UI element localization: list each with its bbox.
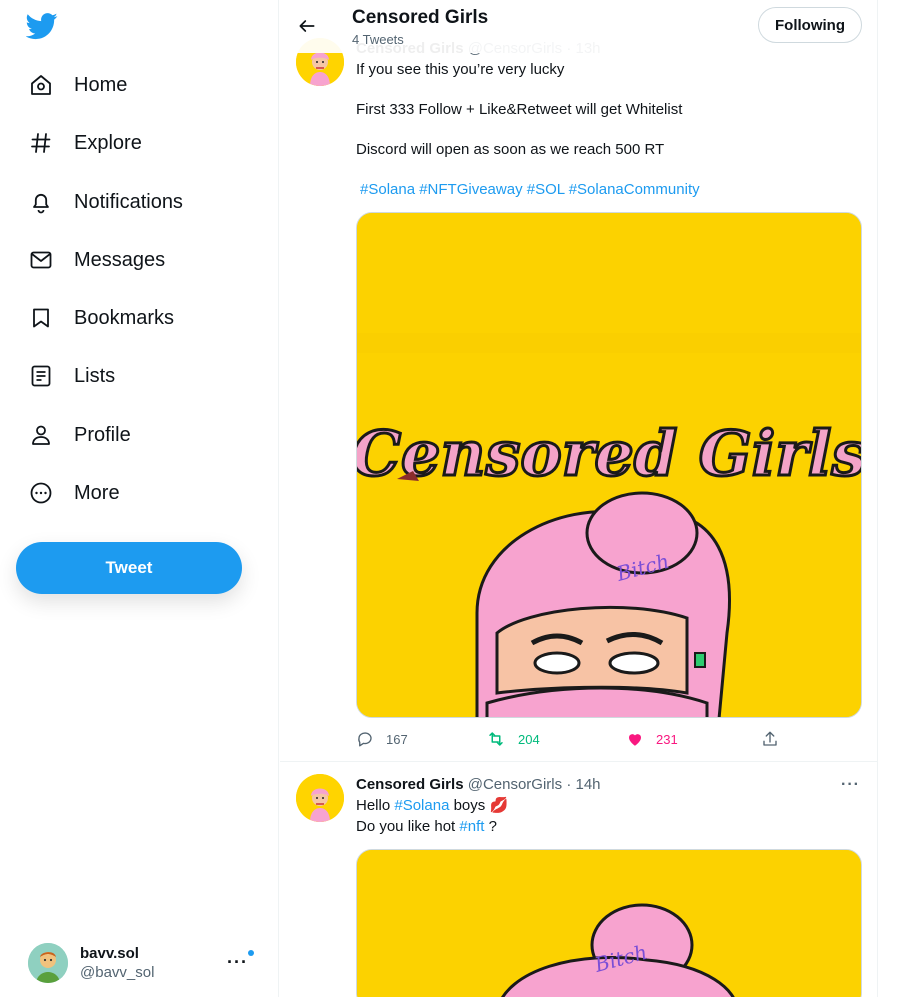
hashtag-link[interactable]: #nft [459, 818, 484, 835]
tweet-text-line: Hello #Solana boys 💋 [356, 797, 509, 814]
sidebar-item-bookmarks[interactable]: Bookmarks [14, 293, 188, 343]
more-circle-icon [28, 480, 54, 506]
sidebar-item-lists[interactable]: Lists [14, 351, 129, 401]
like-button[interactable]: 231 [626, 730, 678, 748]
tweet-text-line: If you see this you’re very lucky [356, 61, 565, 78]
sidebar-item-label: Explore [74, 131, 142, 154]
retweet-button[interactable]: 204 [486, 730, 540, 748]
share-icon [763, 731, 777, 746]
like-count: 231 [656, 731, 678, 747]
sidebar-item-label: Lists [74, 364, 116, 387]
tweet-media-image[interactable]: Censored Girls Bitch [356, 212, 862, 718]
sidebar-item-label: Bookmarks [74, 306, 175, 329]
bell-icon [28, 189, 54, 215]
reply-button[interactable]: 167 [356, 730, 408, 748]
hashtag-link[interactable]: #Solana [394, 797, 449, 814]
tweet-count: 4 Tweets [352, 32, 404, 47]
tweet-text-line: Discord will open as soon as we reach 50… [356, 141, 665, 158]
home-icon [28, 72, 54, 98]
tweet-media-image[interactable]: Bitch [356, 849, 862, 997]
list-icon [28, 363, 54, 389]
share-button[interactable] [761, 730, 779, 748]
tweet-actions: 167 204 231 [356, 730, 786, 750]
envelope-icon [28, 247, 54, 273]
sidebar-item-home[interactable]: Home [14, 60, 141, 110]
account-handle: @bavv_sol [80, 964, 155, 981]
back-button[interactable] [294, 13, 320, 39]
tweet-text-line: Do you like hot #nft ? [356, 818, 497, 835]
sidebar-item-label: Profile [74, 423, 131, 446]
reply-icon [358, 732, 372, 747]
account-switcher[interactable]: bavv.sol @bavv_sol ··· [18, 934, 266, 992]
retweet-icon [489, 732, 503, 746]
arrow-left-icon [299, 20, 315, 32]
sidebar-item-label: More [74, 481, 120, 504]
profile-timeline: Censored Girls @CensorGirls · 13h If you… [280, 0, 878, 997]
sidebar-item-label: Messages [74, 248, 166, 271]
tweet-timestamp[interactable]: · 14h [566, 776, 600, 793]
heart-filled-icon [629, 734, 641, 746]
more-horizontal-icon: ··· [227, 952, 248, 972]
media-logo-text: Censored Girls [357, 417, 862, 490]
tweet-author-handle: @CensorGirls [467, 776, 563, 793]
sidebar-item-messages[interactable]: Messages [14, 235, 179, 285]
page-title: Censored Girls [352, 7, 489, 28]
notification-dot [248, 950, 254, 956]
tweet-author-name[interactable]: Censored Girls [356, 776, 464, 793]
following-button[interactable]: Following [758, 7, 862, 43]
censored-girls-logo-art: Censored Girls [357, 416, 862, 492]
person-icon [28, 422, 54, 448]
sidebar-item-notifications[interactable]: Notifications [14, 177, 197, 227]
tweet[interactable]: Censored Girls @CensorGirls · 13h If you… [280, 0, 877, 762]
reply-count: 167 [386, 731, 408, 747]
sidebar-item-label: Notifications [74, 190, 183, 213]
retweet-count: 204 [518, 731, 540, 747]
tweet-text-line: First 333 Follow + Like&Retweet will get… [356, 101, 683, 118]
sidebar-item-more[interactable]: More [14, 468, 134, 518]
sidebar-item-profile[interactable]: Profile [14, 410, 145, 460]
sidebar-item-explore[interactable]: Explore [14, 118, 156, 168]
hashtag-icon [28, 130, 54, 156]
tweet-hashtags[interactable]: #Solana #NFTGiveaway #SOL #SolanaCommuni… [360, 180, 700, 200]
tweet-button[interactable]: Tweet [16, 542, 242, 594]
tweet-avatar[interactable] [296, 774, 344, 822]
avatar [28, 943, 68, 983]
sidebar-item-label: Home [74, 73, 128, 96]
twitter-logo-icon[interactable] [25, 10, 58, 42]
bookmark-icon [28, 305, 54, 331]
account-name: bavv.sol [80, 945, 139, 962]
tweet[interactable]: Censored Girls @CensorGirls · 14h ··· He… [280, 762, 877, 997]
sidebar: Home Explore Notifications Messages Book… [0, 0, 279, 997]
tweet-more-icon[interactable]: ··· [841, 776, 860, 794]
profile-header: Censored Girls 4 Tweets Following [280, 0, 877, 53]
